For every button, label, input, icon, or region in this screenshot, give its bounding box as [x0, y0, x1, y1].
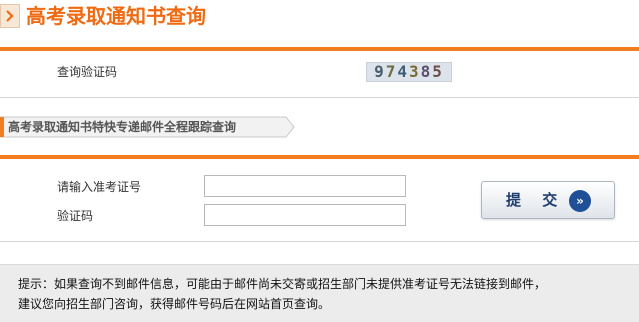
- section-title: 高考录取通知书特快专递邮件全程跟踪查询: [8, 120, 237, 134]
- submit-button[interactable]: 提 交 »: [481, 181, 615, 219]
- exam-number-input[interactable]: [204, 175, 406, 197]
- captcha-image[interactable]: 974385: [366, 62, 452, 82]
- exam-number-label: 请输入准考证号: [57, 180, 142, 194]
- captcha-char: 3: [409, 62, 421, 81]
- captcha-char: 7: [385, 62, 398, 81]
- captcha-char: 8: [420, 62, 433, 81]
- captcha-char: 4: [397, 62, 409, 81]
- submit-button-label: 提 交: [506, 191, 566, 209]
- code-input[interactable]: [204, 204, 406, 226]
- captcha-char: 5: [432, 62, 444, 81]
- notice-line-1: 提示：如果查询不到邮件信息，可能由于邮件尚未交寄或招生部门未提供准考证号无法链接…: [18, 277, 547, 291]
- header-arrow-icon: [0, 4, 20, 28]
- verify-code-label: 查询验证码: [57, 65, 118, 79]
- notice-line-2: 建议您向招生部门咨询，获得邮件号码后在网站首页查询。: [18, 297, 331, 311]
- section-divider: [0, 155, 639, 159]
- divider: [0, 97, 639, 98]
- captcha-char: 9: [374, 62, 386, 81]
- double-chevron-right-icon: »: [569, 190, 591, 212]
- page-title: 高考录取通知书查询: [26, 4, 206, 28]
- divider: [0, 241, 639, 242]
- notice-box: [0, 264, 639, 322]
- code-label: 验证码: [57, 209, 94, 223]
- header-divider: [0, 47, 639, 51]
